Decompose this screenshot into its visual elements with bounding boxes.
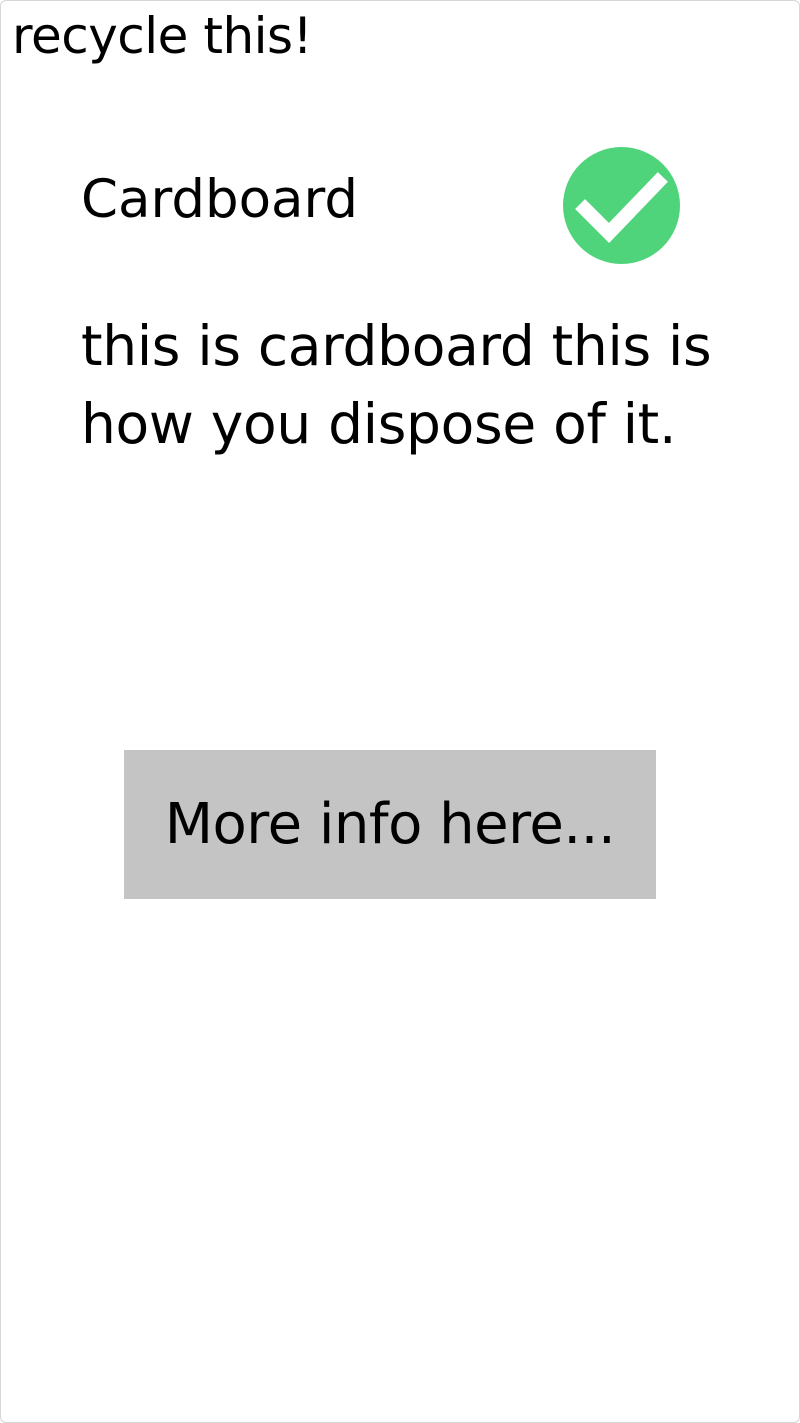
check-circle-icon	[563, 147, 680, 264]
app-title: recycle this!	[12, 7, 313, 65]
app-screen: recycle this! Cardboard this is cardboar…	[0, 0, 800, 1423]
item-name: Cardboard	[81, 169, 359, 230]
item-description: this is cardboard this is how you dispos…	[81, 314, 712, 456]
more-info-button[interactable]: More info here...	[124, 750, 656, 899]
